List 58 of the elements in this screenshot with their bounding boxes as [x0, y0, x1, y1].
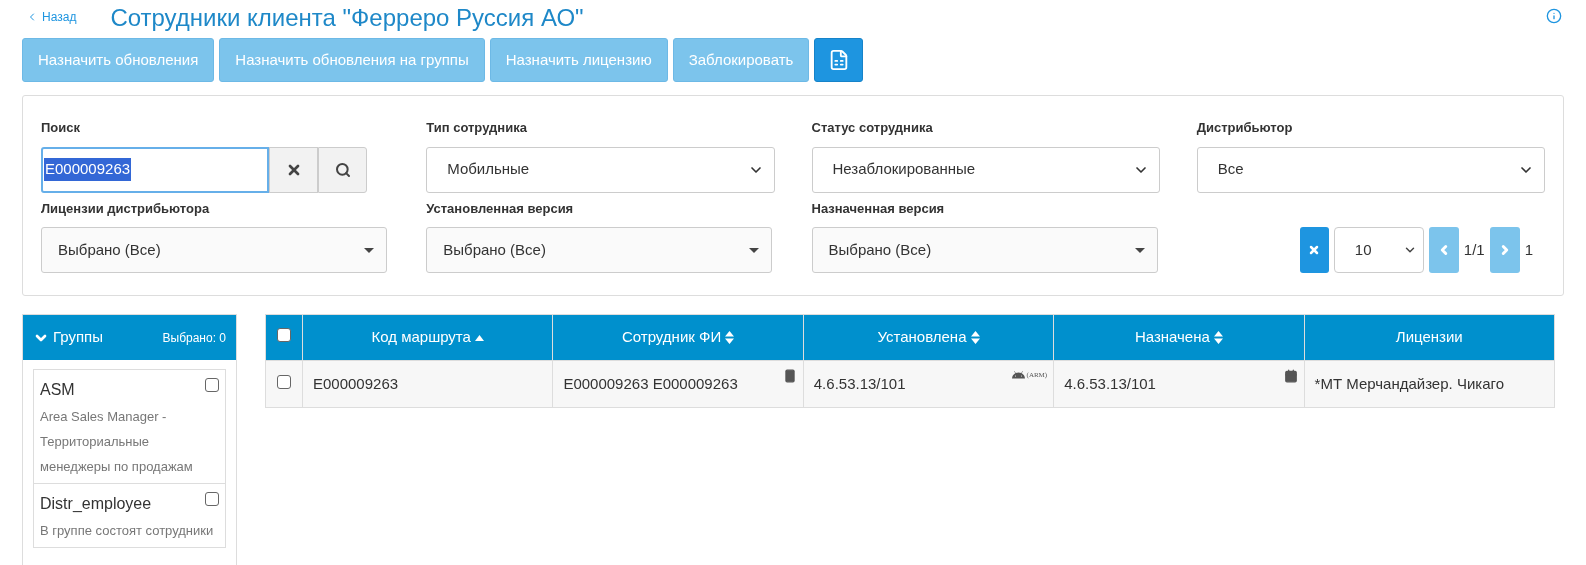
- help-icon[interactable]: [1546, 8, 1562, 24]
- select-all-checkbox[interactable]: [277, 328, 291, 343]
- selected-count: Выбрано: 0: [162, 329, 226, 347]
- page-title: Сотрудники клиента "Ферреро Руссия АО": [110, 6, 584, 32]
- field-label: Тип сотрудника: [426, 119, 528, 137]
- group-name: ASM: [40, 380, 75, 400]
- caret-icon: [749, 247, 760, 253]
- clear-button[interactable]: [269, 146, 318, 193]
- column-header[interactable]: Сотрудник ФИ: [552, 314, 804, 361]
- group-description: Area Sales Manager - Территориальные менеджеры по продажам: [40, 408, 194, 476]
- sort-icon: [1213, 331, 1223, 344]
- page-size-select[interactable]: 10: [1333, 227, 1424, 273]
- multiselect-dropdown[interactable]: Выбрано (Все): [426, 227, 773, 273]
- group-name: Distr_employee: [40, 494, 152, 514]
- total-count: 1: [1524, 239, 1533, 260]
- sort-icon: [725, 331, 735, 344]
- sort-icon: [970, 331, 980, 344]
- close-icon: [1308, 244, 1321, 256]
- phone-icon: [782, 369, 797, 383]
- caret-icon: [364, 247, 374, 253]
- group-checkbox[interactable]: [205, 492, 219, 506]
- excel-export-button[interactable]: [814, 38, 864, 82]
- search-button[interactable]: [318, 146, 367, 193]
- field-label: Лицензии дистрибьютора: [41, 199, 211, 218]
- table-cell: *МТ Мерчандайзер. Чикаго: [1314, 374, 1504, 392]
- group-checkbox[interactable]: [205, 378, 219, 392]
- select-dropdown[interactable]: Мобильные: [426, 146, 775, 193]
- column-header[interactable]: Код маршрута: [302, 314, 553, 361]
- reset-button[interactable]: [1299, 227, 1329, 273]
- column-header[interactable]: Назначена: [1053, 314, 1305, 361]
- calendar-icon: [1283, 369, 1298, 383]
- field-label: Назначенная версия: [811, 199, 946, 218]
- multiselect-dropdown[interactable]: Выбрано (Все): [811, 227, 1158, 273]
- table-cell: E000009263: [313, 374, 399, 392]
- multiselect-dropdown[interactable]: Выбрано (Все): [41, 227, 387, 273]
- groups-title: Группы: [53, 327, 103, 348]
- table-cell: E000009263 E000009263: [563, 374, 738, 392]
- select-dropdown[interactable]: Все: [1196, 146, 1545, 193]
- table-cell: 4.6.53.13/101: [1064, 374, 1156, 392]
- groups-header[interactable]: Группы Выбрано: 0: [23, 315, 236, 360]
- field-label: Установленная версия: [426, 199, 575, 218]
- field-label: Статус сотрудника: [811, 119, 934, 137]
- search-field[interactable]: E000009263: [41, 146, 269, 193]
- caret-icon: [1134, 247, 1145, 253]
- back-link[interactable]: Назад: [26, 8, 77, 32]
- column-header[interactable]: Лицензии: [1304, 314, 1555, 361]
- sort-up-icon: [474, 334, 484, 341]
- row-checkbox[interactable]: [277, 374, 291, 389]
- group-card[interactable]: ASM Area Sales Manager - Территориальные менеджеры по продажам: [33, 369, 226, 484]
- table-cell: 4.6.53.13/101: [813, 374, 906, 392]
- page-indicator: 1/1: [1463, 239, 1485, 260]
- field-label: Дистрибьютор: [1196, 119, 1294, 137]
- select-dropdown[interactable]: Незаблокированные: [811, 146, 1160, 193]
- group-card[interactable]: Distr_employee В группе состоят сотрудники: [33, 483, 226, 548]
- column-header[interactable]: Установлена: [803, 314, 1054, 361]
- group-description: В группе состоят сотрудники: [40, 522, 215, 540]
- search-icon: [334, 161, 351, 178]
- field-label: Поиск: [41, 119, 81, 137]
